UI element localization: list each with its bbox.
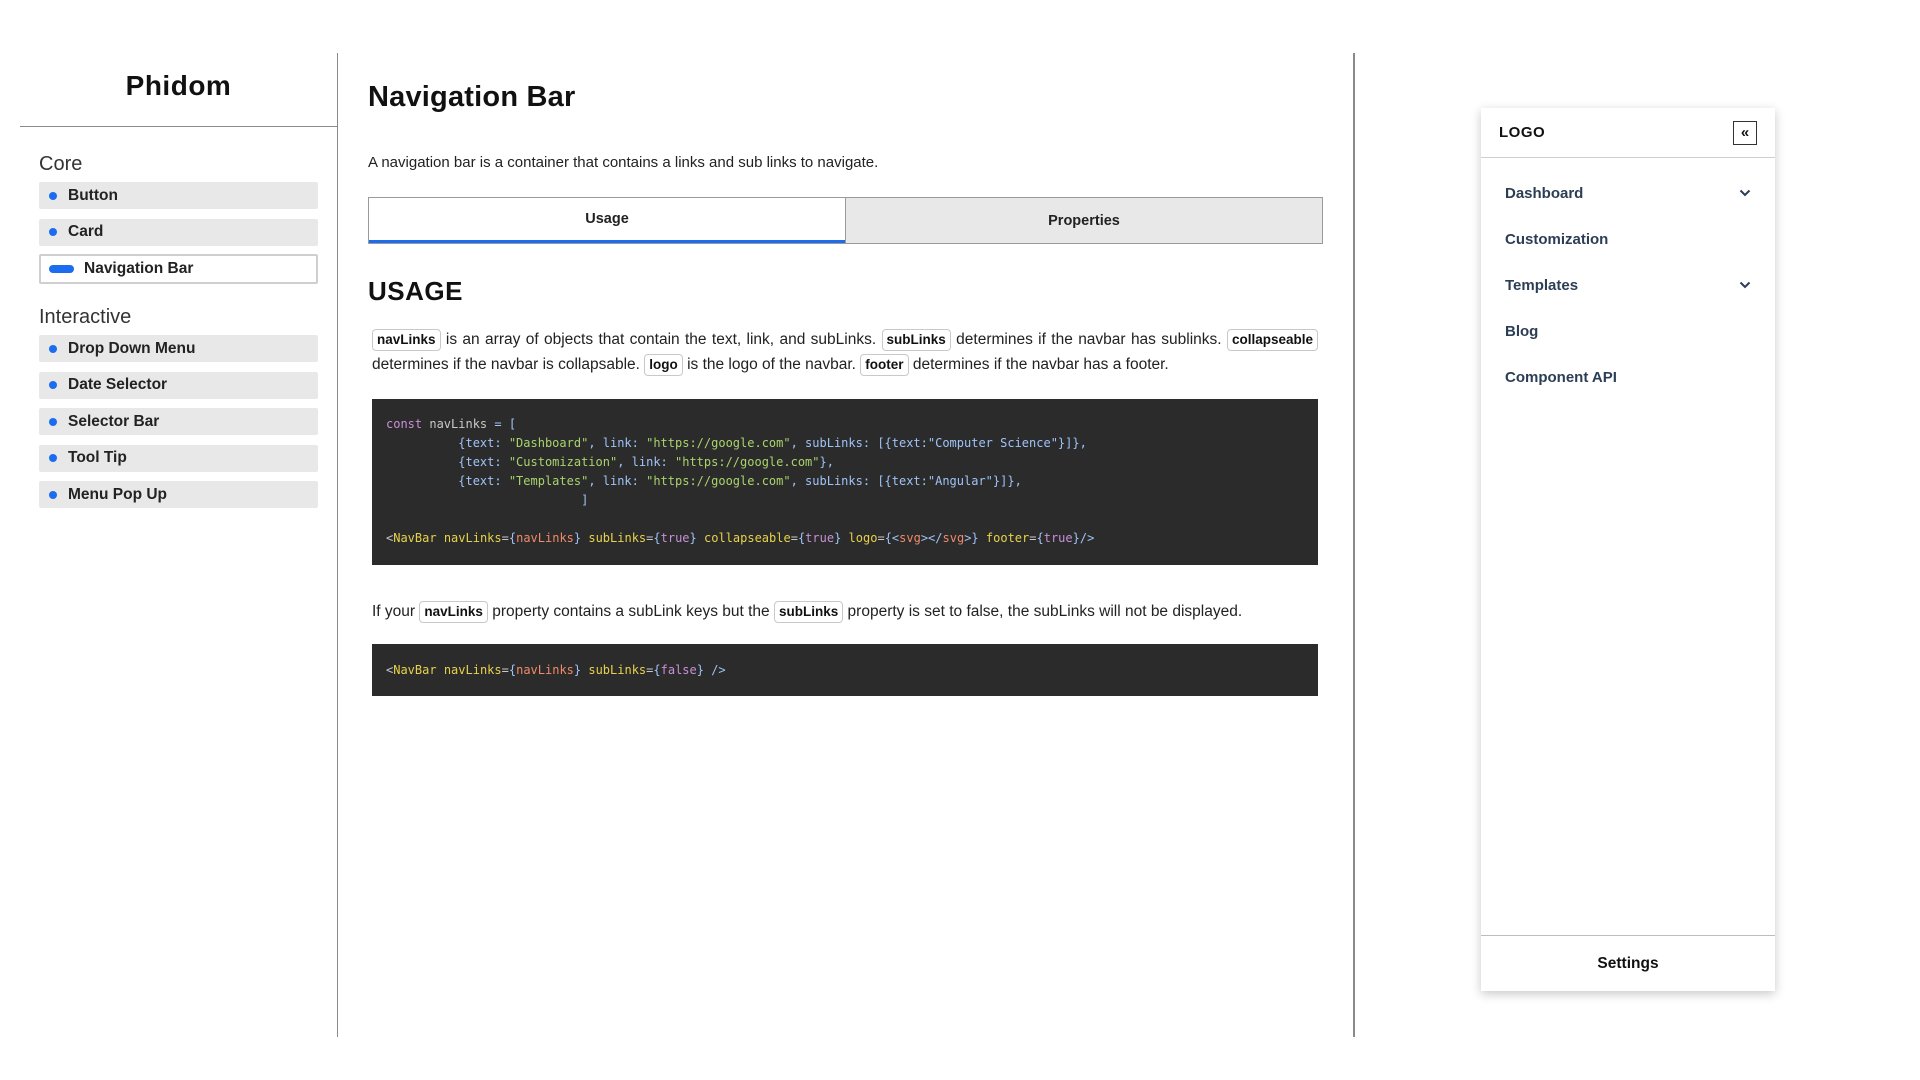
main-content: Navigation Bar A navigation bar is a con… [368,53,1323,696]
collapse-icon[interactable]: « [1733,120,1757,145]
code-jsx-tag: NavBar [393,531,437,545]
code-block-sublinks-false: <NavBar navLinks={navLinks} subLinks={fa… [372,644,1318,696]
code-chip-sublinks: subLinks [881,329,951,351]
bullet-icon [49,490,57,499]
code-chip-navlinks: navLinks [372,329,441,351]
nav-link-component-api[interactable]: Component API [1481,354,1775,400]
navbar-logo[interactable]: LOGO [1499,124,1545,141]
chevron-down-icon[interactable] [1737,185,1753,201]
intro-text: A navigation bar is a container that con… [368,154,879,171]
code-string: "https://google.com" [675,455,820,469]
navbar-footer-settings[interactable]: Settings [1481,935,1775,991]
code-chip-footer: footer [860,354,909,376]
code-string: "Templates" [508,474,589,488]
code-string: "https://google.com" [646,474,791,488]
navbar-preview: LOGO « Dashboard Customization Templates… [1481,108,1775,991]
code-text: [{text:"Computer Science"}]}, [877,436,1087,450]
sidebar-item-label: Date Selector [68,376,168,393]
code-text: = [ [487,417,517,431]
bullet-icon [49,228,57,236]
tab-properties[interactable]: Properties [845,198,1322,243]
para-text: determines if the navbar is collapsable. [372,356,645,373]
page-title: Navigation Bar [368,81,576,113]
code-string: "https://google.com" [646,436,791,450]
bullet-icon [49,454,57,462]
para-text: If your [372,603,420,620]
sidebar-item-drop-down-menu[interactable]: Drop Down Menu [39,335,318,362]
code-chip-navlinks: navLinks [419,601,488,623]
tab-usage[interactable]: Usage [369,198,845,243]
bullet-icon [49,191,57,200]
nav-link-label: Dashboard [1505,184,1584,202]
usage-paragraph-1: navLinks is an array of objects that con… [372,327,1318,377]
nav-link-dashboard[interactable]: Dashboard [1481,170,1775,216]
tab-bar: Usage Properties [368,197,1323,244]
nav-link-label: Templates [1505,276,1579,294]
code-string: "Customization" [508,455,618,469]
sidebar: Phidom Core Button Card Navigation Bar I… [20,53,338,1037]
para-text: property contains a subLink keys but the [487,603,774,620]
code-block-usage: const navLinks = [ {text: "Dashboard", l… [372,399,1318,565]
usage-heading: USAGE [368,276,463,306]
sidebar-item-tool-tip[interactable]: Tool Tip [39,444,318,472]
nav-link-label: Component API [1505,368,1617,386]
sidebar-item-navigation-bar[interactable]: Navigation Bar [39,254,318,284]
sidebar-item-label: Drop Down Menu [68,339,196,357]
sidebar-item-card[interactable]: Card [39,218,318,246]
code-text: ] [581,493,589,507]
para-text: is the logo of the navbar. [682,356,861,373]
sidebar-item-label: Menu Pop Up [68,485,168,503]
sidebar-item-label: Navigation Bar [84,260,194,277]
sidebar-item-date-selector[interactable]: Date Selector [39,371,318,399]
navbar-header: LOGO « [1481,108,1775,158]
sidebar-item-label: Tool Tip [68,449,127,466]
code-string: "Dashboard" [508,436,589,450]
navbar-links: Dashboard Customization Templates Blog C… [1481,158,1775,400]
sidebar-item-menu-pop-up[interactable]: Menu Pop Up [39,481,318,508]
nav-link-templates[interactable]: Templates [1481,262,1775,308]
para-text: property is set to false, the subLinks w… [843,603,1243,620]
sidebar-item-label: Button [68,186,118,204]
bullet-icon [49,417,57,426]
section-title-interactive: Interactive [39,306,132,328]
usage-paragraph-2: If your navLinks property contains a sub… [372,599,1318,624]
code-chip-sublinks: subLinks [773,601,844,623]
sidebar-item-button[interactable]: Button [39,182,318,209]
para-text: determines if the navbar has a footer. [908,356,1169,373]
bullet-icon [49,381,57,389]
code-chip-collapseable: collapseable [1226,329,1318,351]
nav-link-label: Blog [1505,322,1539,340]
nav-link-customization[interactable]: Customization [1481,216,1775,262]
sidebar-item-label: Card [68,223,104,240]
code-chip-logo: logo [644,354,683,376]
sidebar-item-selector-bar[interactable]: Selector Bar [39,408,318,435]
sidebar-item-label: Selector Bar [68,412,160,430]
code-identifier: navLinks [429,417,488,431]
section-title-core: Core [39,153,83,175]
brand-title: Phidom [20,53,337,127]
para-text: is an array of objects that contain the … [440,331,882,348]
nav-link-blog[interactable]: Blog [1481,308,1775,354]
code-text: [{text:"Angular"}]}, [877,474,1022,488]
chevron-down-icon[interactable] [1737,277,1753,293]
para-text: determines if the navbar has sublinks. [950,331,1227,348]
vertical-divider [1353,53,1355,1037]
bullet-icon [49,344,57,353]
nav-link-label: Customization [1505,230,1609,248]
active-indicator-icon [49,265,74,273]
code-keyword: const [386,417,423,431]
